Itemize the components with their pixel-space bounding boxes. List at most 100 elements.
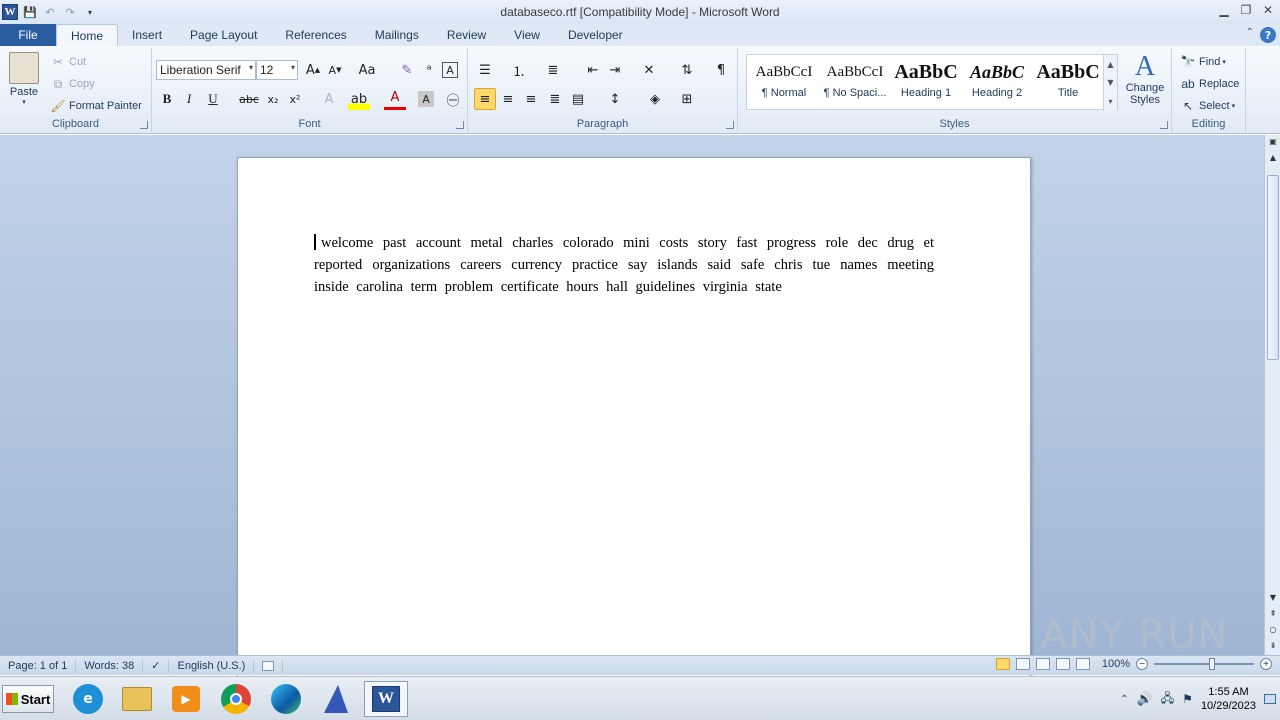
vertical-scrollbar[interactable]: ▣ ▲ ▼ ⇞ ○ ⇟ [1264, 135, 1280, 655]
language-status[interactable]: English (U.S.) [169, 658, 255, 673]
subscript-button[interactable]: x₂ [262, 88, 284, 110]
style-title[interactable]: AaBbC Title [1033, 57, 1103, 109]
sort-icon[interactable]: ⇅ [676, 59, 698, 81]
network-icon[interactable]: 🖧 [1161, 689, 1174, 710]
clipboard-launcher-icon[interactable] [140, 121, 148, 129]
help-icon[interactable]: ? [1260, 27, 1276, 43]
numbering-icon[interactable]: ⒈ [508, 59, 530, 81]
word-count[interactable]: Words: 38 [76, 658, 144, 673]
document-page[interactable]: welcome past account metal charles color… [237, 157, 1031, 677]
align-right-button[interactable]: ≡ [520, 88, 542, 110]
multilevel-list-icon[interactable]: ≣ [542, 59, 564, 81]
line-spacing-icon[interactable]: ↕ [604, 88, 626, 110]
borders-icon[interactable]: ⊞ [676, 88, 698, 110]
tab-file[interactable]: File [0, 24, 56, 46]
paste-button[interactable]: Paste ▾ [6, 52, 42, 106]
show-desktop-icon[interactable] [1264, 694, 1276, 704]
macro-record[interactable] [254, 658, 284, 673]
proofing-status[interactable]: ✓ [143, 658, 170, 673]
font-family-combo[interactable]: Liberation Serif ▾ [156, 60, 256, 80]
bold-button[interactable]: B [156, 88, 178, 110]
shading-icon[interactable]: ◈ [644, 88, 666, 110]
style-normal[interactable]: AaBbCcI ¶ Normal [749, 57, 819, 109]
styles-launcher-icon[interactable] [1160, 121, 1168, 129]
change-case-icon[interactable]: Aa [356, 59, 378, 81]
zoom-level[interactable]: 100% [1102, 658, 1130, 670]
bullets-icon[interactable]: ☰ [474, 59, 496, 81]
phonetic-guide-icon[interactable]: ᵃ [418, 59, 440, 81]
font-size-combo[interactable]: 12 ▾ [256, 60, 298, 80]
align-left-button[interactable]: ≡ [474, 88, 496, 110]
style-no-spacing[interactable]: AaBbCcI ¶ No Spaci... [820, 57, 890, 109]
action-center-flag-icon[interactable]: ⚑ [1182, 692, 1193, 706]
scroll-thumb[interactable] [1267, 175, 1279, 360]
replace-button[interactable]: ab Replace [1180, 76, 1239, 92]
underline-button[interactable]: U [202, 88, 224, 110]
close-icon[interactable]: ✕ [1260, 2, 1276, 18]
character-border-icon[interactable]: A [442, 62, 458, 78]
clock[interactable]: 1:55 AM 10/29/2023 [1201, 685, 1256, 713]
taskbar-word[interactable]: W [364, 681, 408, 717]
zoom-slider[interactable] [1154, 658, 1254, 670]
select-button[interactable]: ↖ Select ▾ [1180, 98, 1235, 114]
superscript-button[interactable]: x² [284, 88, 306, 110]
font-launcher-icon[interactable] [456, 121, 464, 129]
highlight-icon[interactable]: ab [348, 88, 370, 110]
full-screen-reading-icon[interactable] [1015, 658, 1030, 670]
restore-icon[interactable]: ❐ [1238, 2, 1254, 18]
outline-view-icon[interactable] [1055, 658, 1070, 670]
tab-view[interactable]: View [500, 24, 554, 46]
text-direction-icon[interactable]: ✕ [638, 59, 660, 81]
tab-review[interactable]: Review [433, 24, 500, 46]
gallery-scroll[interactable]: ▲ ▼ ▾ [1103, 55, 1117, 111]
next-page-icon[interactable]: ⇟ [1265, 641, 1280, 655]
browse-object-icon[interactable]: ○ [1265, 625, 1280, 639]
gallery-up-icon[interactable]: ▲ [1107, 60, 1113, 69]
ruler-toggle-icon[interactable]: ▣ [1265, 137, 1280, 151]
character-shading-icon[interactable]: A [418, 91, 434, 107]
show-formatting-icon[interactable]: ¶ [710, 59, 732, 81]
scroll-down-icon[interactable]: ▼ [1265, 593, 1280, 607]
grow-font-icon[interactable]: A ▲ [302, 59, 324, 81]
italic-button[interactable]: I [178, 88, 200, 110]
style-heading-2[interactable]: AaBbC Heading 2 [962, 57, 1032, 109]
paragraph-launcher-icon[interactable] [726, 121, 734, 129]
change-styles-button[interactable]: A Change Styles [1122, 52, 1168, 107]
taskbar-chrome[interactable] [214, 681, 258, 717]
gallery-down-icon[interactable]: ▼ [1107, 78, 1113, 87]
taskbar-app-blue[interactable] [314, 681, 358, 717]
justify-button[interactable]: ≣ [544, 88, 566, 110]
find-button[interactable]: 🔭 Find ▾ [1180, 54, 1226, 70]
zoom-slider-knob[interactable] [1209, 658, 1215, 670]
taskbar-file-explorer[interactable] [115, 681, 159, 717]
font-color-icon[interactable]: A [384, 88, 406, 110]
volume-icon[interactable]: 🔊 [1137, 692, 1153, 707]
shrink-font-icon[interactable]: A ▼ [324, 59, 346, 81]
distributed-button[interactable]: ▤ [567, 88, 589, 110]
zoom-out-icon[interactable]: − [1136, 658, 1148, 670]
text-effects-icon[interactable]: A [318, 88, 340, 110]
minimize-icon[interactable]: ▁ [1216, 2, 1232, 18]
tab-home[interactable]: Home [56, 24, 119, 46]
scroll-up-icon[interactable]: ▲ [1265, 153, 1280, 167]
format-painter-button[interactable]: 🖌 Format Painter [50, 98, 141, 114]
tab-references[interactable]: References [271, 24, 360, 46]
previous-page-icon[interactable]: ⇞ [1265, 609, 1280, 623]
tab-insert[interactable]: Insert [118, 24, 176, 46]
cut-button[interactable]: ✂ Cut [50, 54, 86, 70]
increase-indent-icon[interactable]: ⇥ [604, 59, 626, 81]
print-layout-view-icon[interactable] [995, 658, 1010, 670]
minimize-ribbon-icon[interactable]: ⌃ [1246, 27, 1254, 43]
style-heading-1[interactable]: AaBbC Heading 1 [891, 57, 961, 109]
align-center-button[interactable]: ≡ [497, 88, 519, 110]
enclose-characters-icon[interactable]: ㊀ [442, 88, 464, 110]
tab-mailings[interactable]: Mailings [361, 24, 433, 46]
page-count[interactable]: Page: 1 of 1 [0, 658, 77, 673]
show-hidden-icons-icon[interactable]: ⌃ [1120, 694, 1128, 705]
clear-formatting-icon[interactable]: ✎ [396, 59, 418, 81]
zoom-in-icon[interactable]: + [1260, 658, 1272, 670]
draft-view-icon[interactable] [1075, 658, 1090, 670]
taskbar-internet-explorer[interactable]: e [66, 681, 110, 717]
start-button[interactable]: Start [2, 685, 54, 713]
gallery-more-icon[interactable]: ▾ [1108, 97, 1112, 106]
